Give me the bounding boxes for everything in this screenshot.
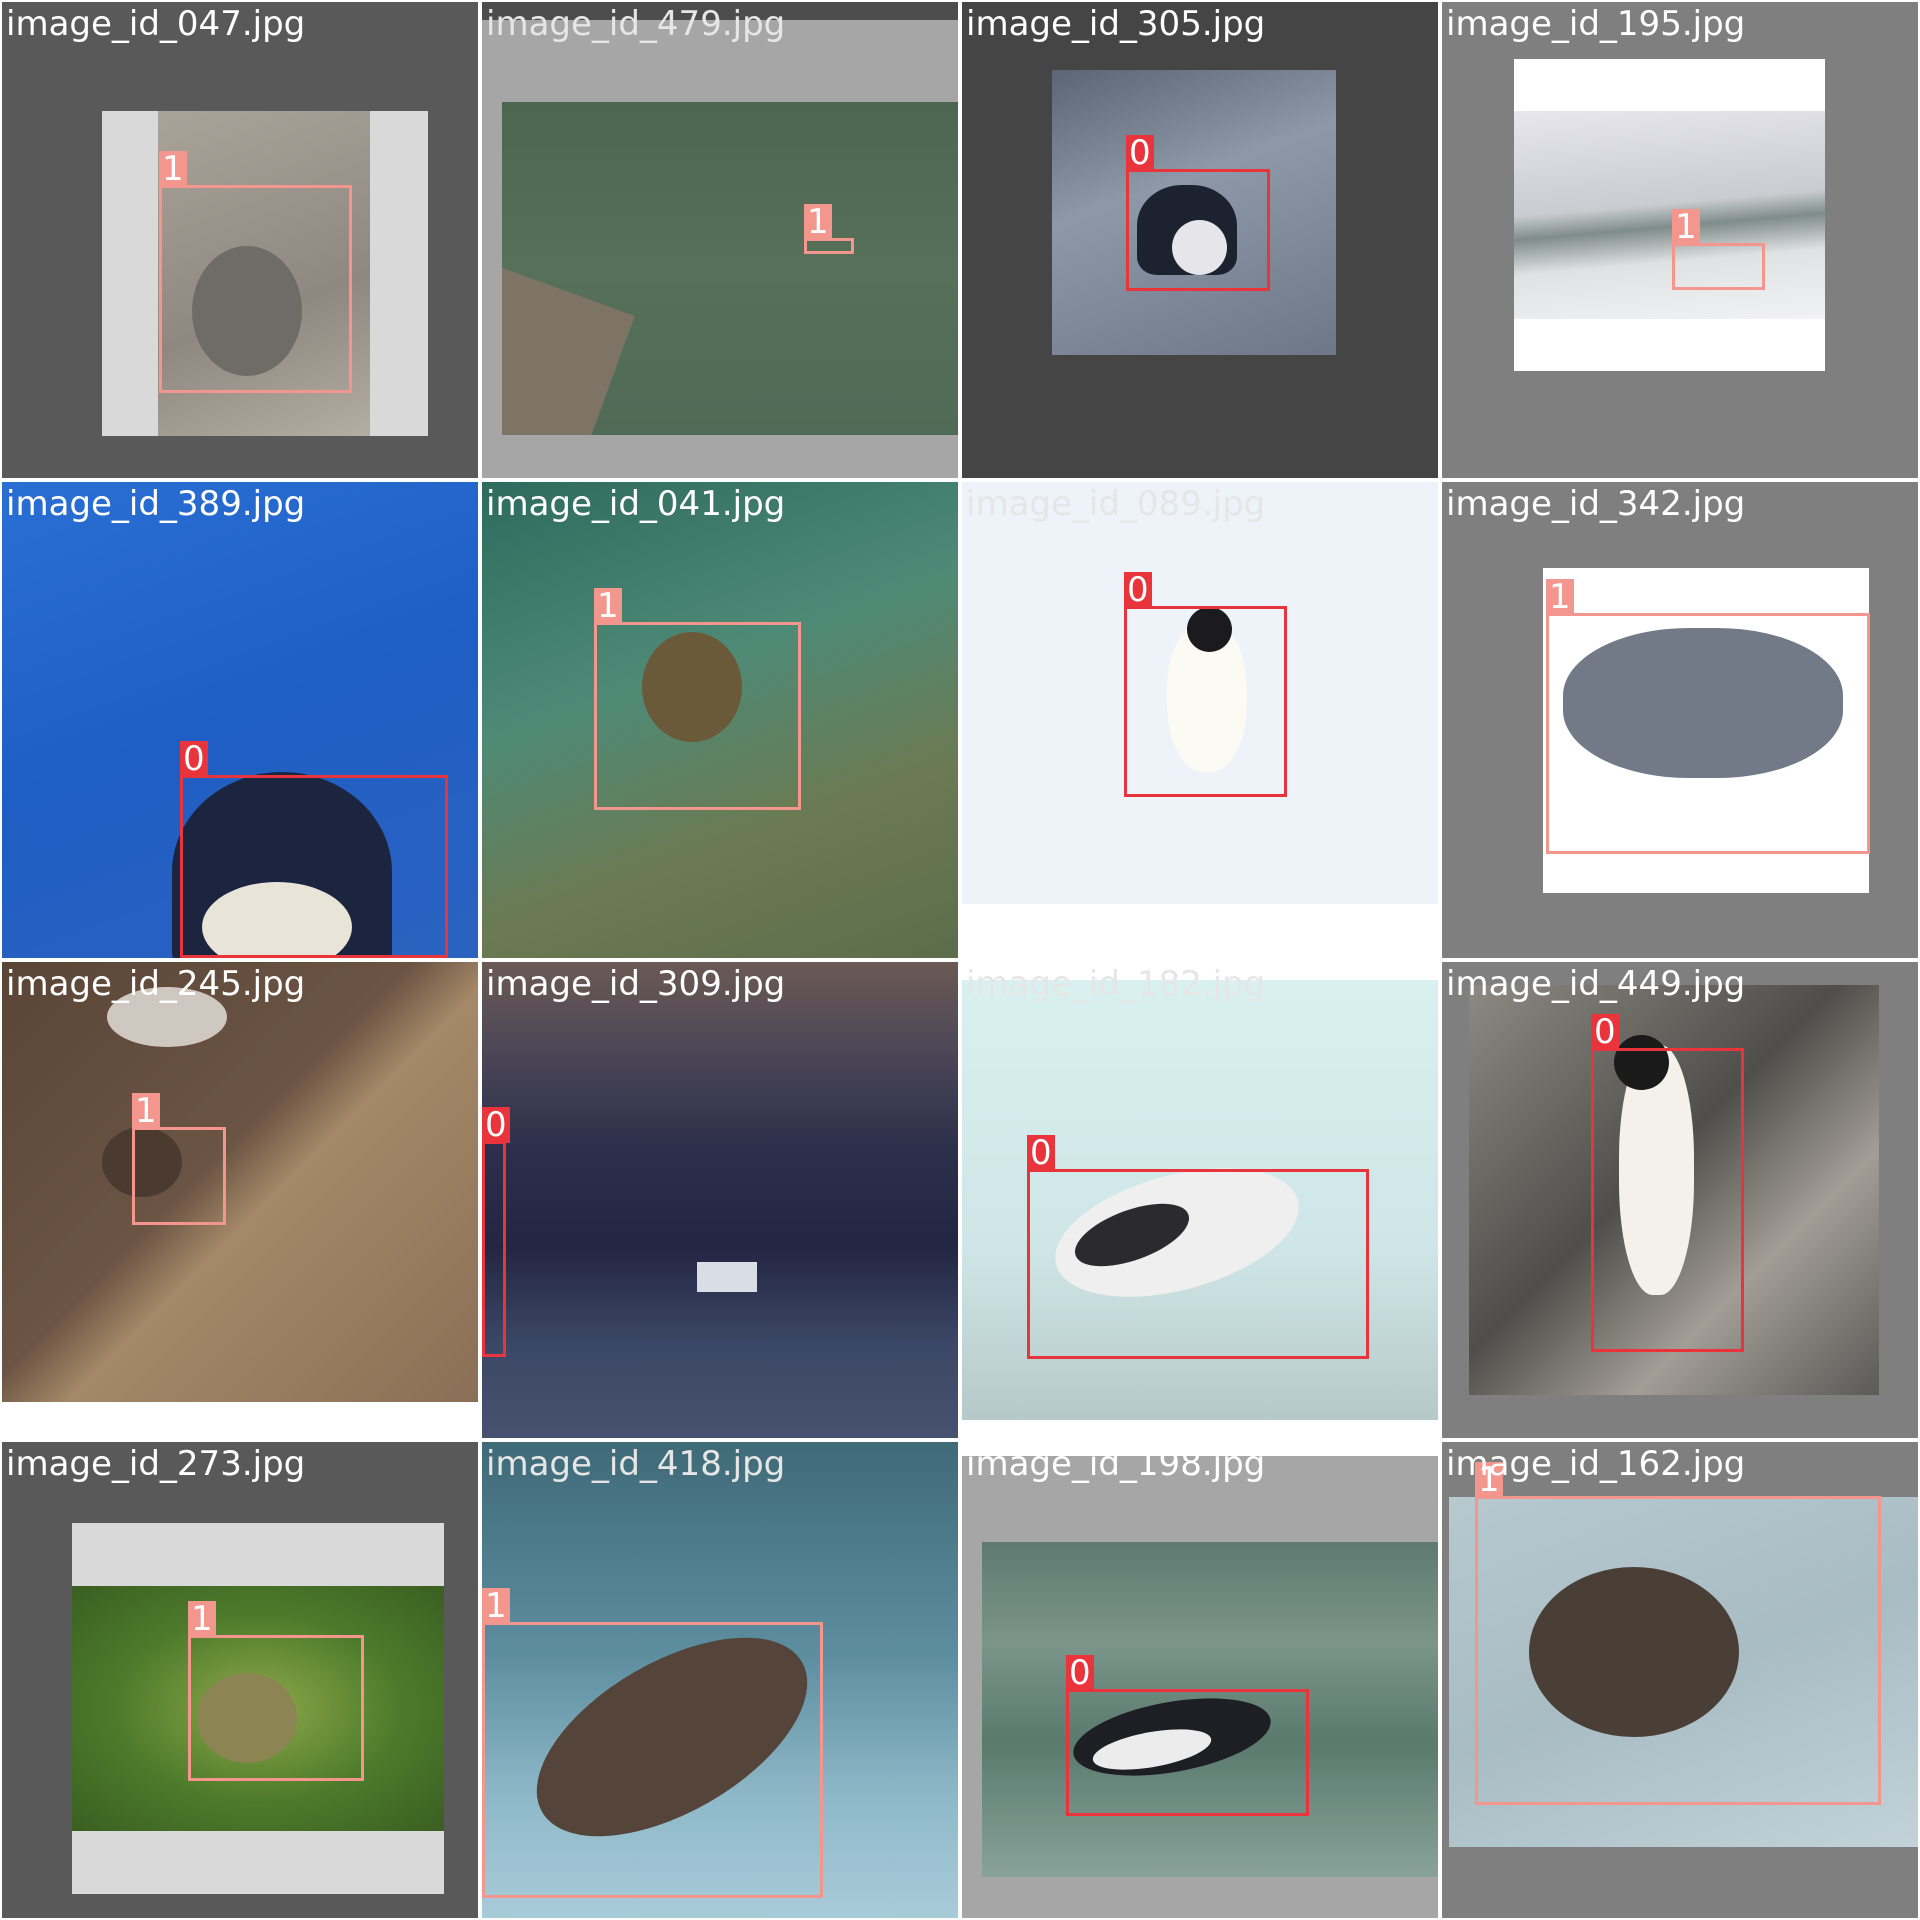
tile-342[interactable]: 1 image_id_342.jpg (1442, 482, 1918, 958)
image-grid: 1 image_id_047.jpg 1 image_id_479.jpg 0 … (0, 0, 1920, 1920)
filename-label: image_id_342.jpg (1446, 484, 1746, 524)
filename-label: image_id_305.jpg (966, 4, 1266, 44)
filename-label: image_id_198.jpg (966, 1444, 1266, 1484)
bounding-box (1591, 1048, 1744, 1352)
bounding-box (1546, 613, 1870, 854)
filename-label: image_id_449.jpg (1446, 964, 1746, 1004)
water-photo (502, 102, 958, 435)
filename-label: image_id_089.jpg (966, 484, 1266, 524)
class-label: 0 (482, 1107, 510, 1143)
tile-245[interactable]: 1 image_id_245.jpg (2, 962, 478, 1438)
bounding-box (482, 1622, 823, 1898)
class-label: 1 (159, 151, 187, 187)
filename-label: image_id_479.jpg (486, 4, 786, 44)
filename-label: image_id_041.jpg (486, 484, 786, 524)
filename-label: image_id_273.jpg (6, 1444, 306, 1484)
class-label: 0 (1126, 135, 1154, 171)
tile-195[interactable]: 1 image_id_195.jpg (1442, 2, 1918, 478)
bounding-box (1066, 1689, 1309, 1816)
tile-309[interactable]: 0 image_id_309.jpg (482, 962, 958, 1438)
turtle-photo (1514, 59, 1825, 371)
bounding-box (594, 622, 801, 810)
bounding-box (132, 1127, 226, 1225)
class-label: 0 (180, 741, 208, 777)
tile-418[interactable]: 1 image_id_418.jpg (482, 1442, 958, 1918)
filename-label: image_id_162.jpg (1446, 1444, 1746, 1484)
bounding-box (1124, 606, 1287, 797)
class-label: 1 (1546, 579, 1574, 615)
tile-305[interactable]: 0 image_id_305.jpg (962, 2, 1438, 478)
tile-449[interactable]: 0 image_id_449.jpg (1442, 962, 1918, 1438)
class-label: 0 (1124, 572, 1152, 608)
class-label: 1 (188, 1601, 216, 1637)
tile-182[interactable]: 0 image_id_182.jpg (962, 962, 1438, 1438)
filename-label: image_id_418.jpg (486, 1444, 786, 1484)
bounding-box (1475, 1496, 1881, 1805)
beach-photo (2, 962, 478, 1402)
class-label: 0 (1027, 1135, 1055, 1171)
tile-047[interactable]: 1 image_id_047.jpg (2, 2, 478, 478)
tile-479[interactable]: 1 image_id_479.jpg (482, 2, 958, 478)
filename-label: image_id_047.jpg (6, 4, 306, 44)
filename-label: image_id_309.jpg (486, 964, 786, 1004)
bounding-box (159, 185, 352, 393)
bounding-box (1126, 169, 1270, 291)
class-label: 0 (1066, 1655, 1094, 1691)
class-label: 1 (594, 588, 622, 624)
bounding-box (188, 1635, 364, 1781)
tile-162[interactable]: 1 image_id_162.jpg (1442, 1442, 1918, 1918)
filename-label: image_id_195.jpg (1446, 4, 1746, 44)
tile-389[interactable]: 0 image_id_389.jpg (2, 482, 478, 958)
tile-198[interactable]: 0 image_id_198.jpg (962, 1442, 1438, 1918)
class-label: 1 (132, 1093, 160, 1129)
filename-label: image_id_389.jpg (6, 484, 306, 524)
filename-label: image_id_245.jpg (6, 964, 306, 1004)
tile-089[interactable]: 0 image_id_089.jpg (962, 482, 1438, 958)
tile-041[interactable]: 1 image_id_041.jpg (482, 482, 958, 958)
class-label: 0 (1591, 1014, 1619, 1050)
bounding-box (1027, 1169, 1369, 1359)
bounding-box (180, 775, 448, 958)
bounding-box (482, 1141, 506, 1357)
class-label: 1 (1672, 209, 1700, 245)
class-label: 1 (804, 204, 832, 240)
class-label: 1 (482, 1588, 510, 1624)
bounding-box (1672, 243, 1765, 290)
filename-label: image_id_182.jpg (966, 964, 1266, 1004)
tile-273[interactable]: 1 image_id_273.jpg (2, 1442, 478, 1918)
